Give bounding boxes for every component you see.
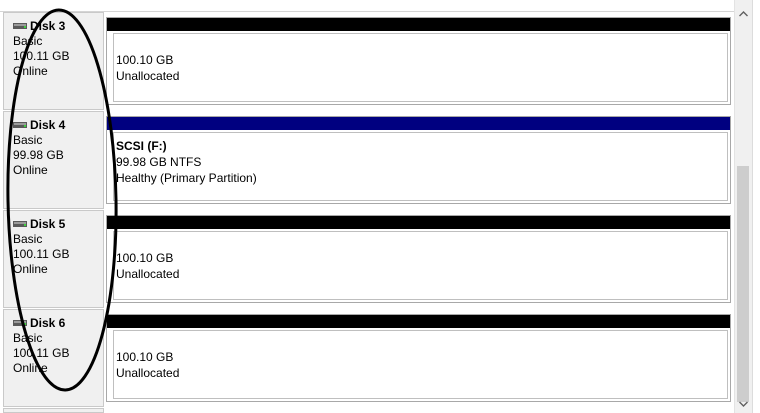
disk-size: 99.98 GB (13, 148, 64, 162)
disk-size: 100.11 GB (13, 346, 70, 360)
partition-bar (107, 216, 730, 229)
disk-row-6[interactable]: Disk 6 Basic 100.11 GB Online 100.10 GB … (0, 309, 734, 407)
disk-status: Online (13, 361, 48, 375)
disk-title: Disk 5 (13, 216, 103, 232)
disk-status: Online (13, 262, 48, 276)
partition-state: Unallocated (116, 366, 180, 380)
disk-type: Basic (13, 133, 43, 147)
partition-state: Unallocated (116, 267, 180, 281)
disk-name: Disk 5 (30, 216, 66, 231)
disk-size: 100.11 GB (13, 247, 70, 261)
disk-row-4[interactable]: Disk 4 Basic 99.98 GB Online SCSI (F:) 9… (0, 111, 734, 209)
disk-type: Basic (13, 34, 43, 48)
partition-size: 100.10 GB (116, 251, 174, 265)
disk-row-5[interactable]: Disk 5 Basic 100.11 GB Online 100.10 GB … (0, 210, 734, 308)
window-right-edge (752, 0, 760, 413)
disk-status: Online (13, 64, 48, 78)
disk-title: Disk 6 (13, 315, 103, 331)
top-edge (0, 0, 734, 12)
partition-box[interactable]: 100.10 GB Unallocated (106, 314, 731, 402)
partition-box[interactable]: SCSI (F:) 99.98 GB NTFS Healthy (Primary… (106, 116, 731, 204)
disk-label-5[interactable]: Disk 5 Basic 100.11 GB Online (3, 210, 104, 308)
chevron-down-icon[interactable] (735, 398, 752, 412)
disk-title: Disk 4 (13, 117, 103, 133)
disk-drive-icon (13, 23, 27, 29)
partition-size: 100.10 GB (116, 350, 174, 364)
disk-drive-icon (13, 221, 27, 227)
vertical-scrollbar[interactable] (734, 0, 752, 413)
disk-row-next (0, 408, 734, 413)
disk-name: Disk 6 (30, 315, 66, 330)
disk-label-6[interactable]: Disk 6 Basic 100.11 GB Online (3, 309, 104, 407)
disk-management-view: Disk 3 Basic 100.11 GB Online 100.10 GB … (0, 0, 760, 413)
disk-row-3[interactable]: Disk 3 Basic 100.11 GB Online 100.10 GB … (0, 12, 734, 110)
disk-status: Online (13, 163, 48, 177)
disk-size: 100.11 GB (13, 49, 70, 63)
partition-state: Healthy (Primary Partition) (116, 171, 257, 185)
disk-label-4[interactable]: Disk 4 Basic 99.98 GB Online (3, 111, 104, 209)
disk-name: Disk 4 (30, 117, 66, 132)
scrollbar-thumb[interactable] (737, 166, 749, 402)
partition-details[interactable]: SCSI (F:) 99.98 GB NTFS Healthy (Primary… (113, 132, 728, 201)
partition-bar (107, 18, 730, 31)
disk-label-next (3, 408, 104, 413)
partition-size: 100.10 GB (116, 53, 174, 67)
partition-box[interactable]: 100.10 GB Unallocated (106, 215, 731, 303)
partition-size: 99.98 GB NTFS (116, 155, 202, 169)
partition-bar (107, 117, 730, 130)
disk-drive-icon (13, 122, 27, 128)
partition-state: Unallocated (116, 69, 180, 83)
disk-name: Disk 3 (30, 18, 66, 33)
disk-title: Disk 3 (13, 18, 103, 34)
partition-box[interactable]: 100.10 GB Unallocated (106, 17, 731, 105)
partition-details[interactable]: 100.10 GB Unallocated (113, 330, 728, 399)
disk-label-3[interactable]: Disk 3 Basic 100.11 GB Online (3, 12, 104, 110)
partition-details[interactable]: 100.10 GB Unallocated (113, 231, 728, 300)
partition-bar (107, 315, 730, 328)
partition-details[interactable]: 100.10 GB Unallocated (113, 33, 728, 102)
chevron-up-icon[interactable] (735, 8, 752, 22)
partition-label: SCSI (F:) (116, 139, 167, 153)
disk-type: Basic (13, 331, 43, 345)
disk-type: Basic (13, 232, 43, 246)
disk-drive-icon (13, 320, 27, 326)
